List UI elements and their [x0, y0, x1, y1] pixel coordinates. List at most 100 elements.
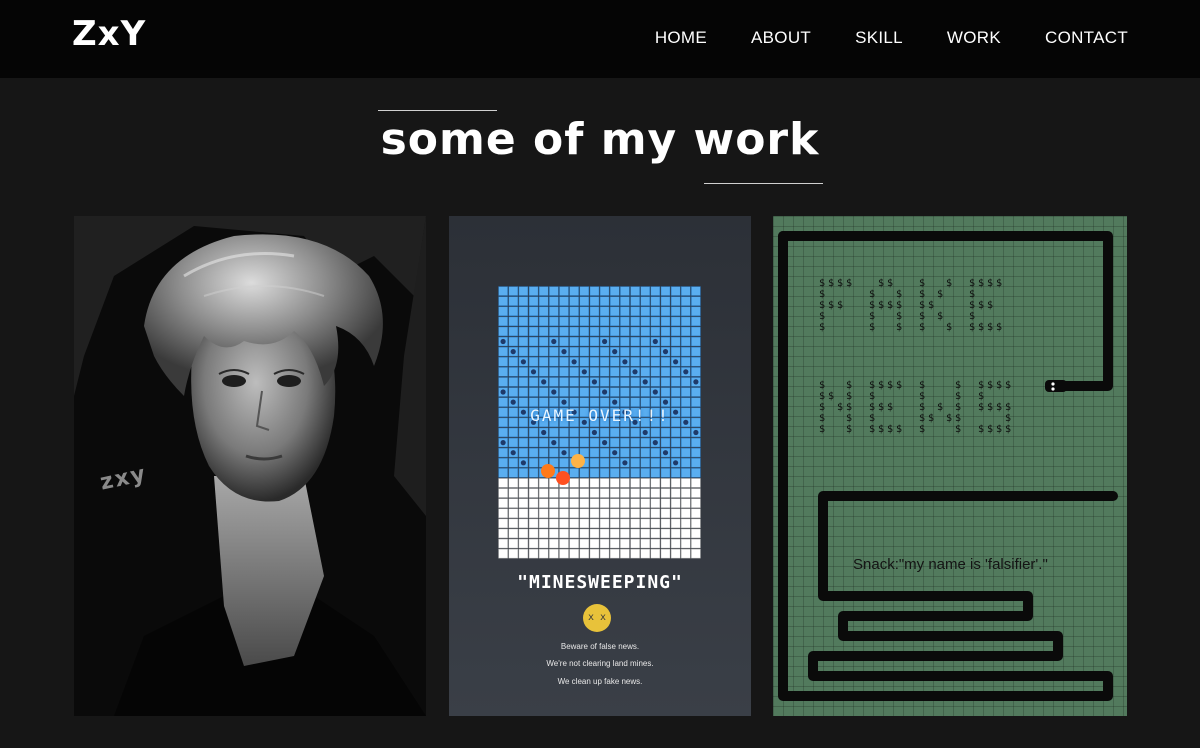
mine-icon	[510, 349, 516, 355]
mine-cell	[681, 326, 691, 337]
mine-icon	[591, 379, 597, 385]
mine-cell	[610, 336, 620, 347]
dollar-glyph: $	[828, 278, 834, 289]
mine-cell	[559, 427, 569, 438]
mine-cell	[620, 548, 630, 559]
mine-cell	[599, 427, 610, 438]
dollar-glyph: $	[869, 322, 875, 333]
dollar-glyph: $	[887, 424, 893, 435]
mine-cell	[498, 488, 508, 498]
mine-cell	[620, 326, 630, 337]
mine-cell	[498, 296, 508, 306]
dollar-glyph: $	[987, 300, 993, 311]
dollar-glyph: $	[946, 322, 952, 333]
mine-cell	[559, 508, 569, 518]
main-nav: HOME ABOUT SKILL WORK CONTACT	[655, 28, 1128, 48]
mine-cell	[569, 316, 579, 327]
mine-cell	[620, 468, 630, 478]
mine-cell	[670, 387, 681, 397]
mine-cell	[579, 427, 590, 438]
dollar-glyph: $	[946, 278, 952, 289]
mine-cell	[528, 286, 539, 296]
dollar-glyph: $	[987, 402, 993, 413]
mine-cell	[579, 528, 590, 539]
mine-cell	[620, 316, 630, 327]
mine-cell	[691, 336, 701, 347]
mine-cell	[508, 427, 519, 438]
dollar-glyph: $	[978, 402, 984, 413]
explosion-icon	[556, 471, 570, 485]
mine-cell	[670, 548, 681, 559]
mine-cell	[681, 427, 691, 438]
mine-cell	[660, 478, 671, 488]
dollar-glyph: $	[996, 322, 1002, 333]
site-logo[interactable]: ZxY	[72, 14, 146, 54]
mine-cell	[670, 508, 681, 518]
mine-cell	[508, 508, 519, 518]
dollar-glyph: $	[846, 402, 852, 413]
mine-cell	[670, 528, 681, 539]
mine-cell	[518, 427, 529, 438]
nav-item-home[interactable]: HOME	[655, 28, 707, 48]
mine-icon	[561, 450, 567, 456]
dollar-glyph: $	[869, 402, 875, 413]
mine-cell	[610, 387, 620, 397]
dollar-glyph: $	[846, 380, 852, 391]
mine-cell	[691, 326, 701, 337]
mine-cell	[579, 336, 590, 347]
nav-item-skill[interactable]: SKILL	[855, 28, 903, 48]
work-card-fake-news[interactable]: $ $ $ $ $ $ $ $ $ $ $ $ $ $ $ $ $ $ $ $ $ $ $ $ $ $ $ $ $ $ $ $ $ $ $ $ $ $ $ $…	[773, 216, 1127, 716]
mine-cell	[670, 367, 681, 377]
mine-cell	[691, 548, 701, 559]
mine-icon	[683, 369, 689, 375]
nav-item-work[interactable]: WORK	[947, 28, 1001, 48]
nav-item-contact[interactable]: CONTACT	[1045, 28, 1128, 48]
dollar-glyph: $	[819, 391, 825, 402]
dollar-glyph: $	[969, 322, 975, 333]
mine-cell	[589, 316, 600, 327]
mine-cell	[670, 478, 681, 488]
mine-cell	[579, 437, 590, 448]
mine-cell	[599, 447, 610, 458]
dollar-glyph: $	[955, 402, 961, 413]
mine-cell	[691, 528, 701, 539]
mine-cell	[498, 326, 508, 337]
mine-cell	[579, 538, 590, 549]
mine-cell	[599, 498, 610, 508]
mine-cell	[528, 528, 539, 539]
mine-cell	[569, 286, 579, 296]
mine-cell	[549, 538, 559, 549]
mine-cell	[498, 468, 508, 478]
mine-cell	[670, 336, 681, 347]
mine-cell	[579, 377, 590, 387]
mine-cell	[528, 548, 539, 559]
mine-cell	[670, 437, 681, 448]
dollar-glyph: $	[996, 380, 1002, 391]
dollar-glyph: $	[955, 413, 961, 424]
mine-cell	[599, 306, 610, 316]
mine-cell	[640, 518, 650, 529]
mine-cell	[528, 468, 539, 478]
nav-item-about[interactable]: ABOUT	[751, 28, 811, 48]
mine-cell	[559, 488, 569, 498]
mine-cell	[589, 387, 600, 397]
work-card-portrait[interactable]: zxy	[74, 216, 426, 716]
mine-cell	[640, 488, 650, 498]
mine-cell	[620, 286, 630, 296]
mine-cell	[498, 478, 508, 488]
mine-icon	[652, 338, 658, 345]
mine-cell	[660, 357, 671, 367]
mine-cell	[569, 326, 579, 337]
mine-cell	[620, 538, 630, 549]
mine-cell	[670, 306, 681, 316]
work-card-minesweeping[interactable]: GAME OVER!!! "MINESWEEPING" x x Beware o…	[449, 216, 751, 716]
dollar-glyph: $	[878, 278, 884, 289]
mine-cell	[691, 296, 701, 306]
mine-icon	[591, 429, 597, 436]
title-decor-line-top	[378, 110, 497, 111]
mine-cell	[650, 518, 661, 529]
mine-cell	[559, 538, 569, 549]
mine-cell	[498, 498, 508, 508]
mine-cell	[549, 427, 559, 438]
mine-cell	[630, 316, 640, 327]
